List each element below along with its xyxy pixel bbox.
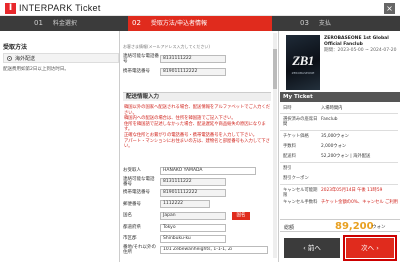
prev-label: 前へ [307, 244, 321, 252]
postal-code-field[interactable]: 1112222 [160, 200, 210, 208]
row-key: 選択済みの座席日間 [283, 117, 318, 127]
row-value: 2023年05月14日 午後 11時59 [321, 188, 383, 193]
total-row: 総額 89,200 ウォン [280, 219, 400, 232]
scrollbar-thumb[interactable] [273, 49, 277, 89]
row-key: キャンセル手数料 [283, 200, 318, 205]
field-label: 郵便番号 [123, 202, 141, 207]
country-field[interactable]: Japan [160, 212, 226, 220]
delivery-note: 配送费用如第2日以上到达时日。 [3, 67, 69, 72]
shipping-section-title: 配送情報入力 [123, 92, 271, 101]
brand-title: INTERPARK Ticket [19, 3, 101, 13]
divider [280, 162, 398, 163]
step-2-active: 02 受取方法/申込者情報 [128, 16, 272, 31]
field-label: 市区郡 [123, 236, 137, 241]
city-field[interactable]: Shinbuku-ku [160, 235, 226, 243]
step-1-label: 料金選択 [52, 20, 77, 27]
country-select-button[interactable]: 国名 [232, 212, 250, 220]
divider [280, 184, 398, 185]
row-value: 35,000ウォン [321, 134, 349, 139]
total-unit: ウォン [372, 225, 386, 230]
row-key: キャンセル可能期限 [283, 188, 318, 198]
poster-sub: ZEROBASEONE [291, 71, 315, 75]
mobile-field[interactable]: 819011112222 [160, 189, 226, 197]
step-2-number: 02 [132, 19, 141, 27]
field-label: 連絡可能な電話番号 [123, 177, 155, 187]
row-key: チケット価格 [283, 134, 309, 139]
close-icon[interactable]: × [384, 3, 395, 14]
prev-button[interactable]: ‹ 前へ [284, 238, 340, 258]
mobile-field-top[interactable]: 819011112222 [160, 68, 226, 76]
event-info: ZEROBASEONE 1st Global Official Fanclub … [324, 36, 398, 54]
delivery-method-title: 受取方法 [3, 44, 28, 51]
my-ticket-title: My Ticket [280, 92, 400, 102]
step-3-number: 03 [300, 19, 309, 27]
row-key: 日時 [283, 106, 292, 111]
step-3-label: 支払 [318, 20, 331, 27]
applicant-form: お客さま情報(メールアドレス入力してください) 連絡可能な電話番号 813111… [119, 31, 279, 262]
event-poster: ZB1 ZEROBASEONE [286, 35, 320, 90]
interpark-logo: I [5, 3, 16, 14]
total-label: 総額 [284, 225, 295, 231]
step-1: 01 料金選択 [34, 16, 77, 31]
field-label: 携帯電話番号 [123, 69, 150, 74]
row-value: 52,200ウォン | 海外配送 [321, 154, 371, 159]
delivery-option-label: 海外配送 [15, 55, 36, 62]
top-bar: I INTERPARK Ticket × [0, 0, 400, 16]
recipient-name-field[interactable]: HANAKO YAMADA [160, 167, 256, 175]
next-label: 次へ [361, 244, 375, 252]
row-value: Fanclub [321, 117, 338, 122]
phone-field[interactable]: 8131111222 [160, 178, 226, 186]
step-3: 03 支払 [300, 16, 331, 31]
divider [280, 113, 398, 114]
total-value: 89,200 [335, 221, 374, 232]
row-key: 割引クーポン [283, 176, 309, 181]
event-date: 期間：2023-05-00 ~ 2024-07-20 [324, 48, 397, 53]
prefecture-field[interactable]: Tokyo [160, 224, 226, 232]
phone-field-top[interactable]: 8131111222 [160, 55, 226, 63]
field-label: 番地/それ以外の住所 [123, 245, 157, 255]
field-label: 都道府県 [123, 225, 141, 230]
field-label: お受取人 [123, 168, 141, 173]
nav-buttons: ‹ 前へ 次へ › [280, 235, 400, 262]
row-value: 入場時間内 [321, 106, 343, 111]
radio-selected-icon[interactable] [7, 55, 12, 61]
delivery-method-panel: 受取方法 海外配送 配送费用如第2日以上到达时日。 [0, 31, 119, 262]
poster-logo: ZB1 [292, 53, 314, 68]
shipping-warning: 韓国以外の国家へ配送される場合、配送情報をアルファベットでご入力ください。 韓国… [124, 105, 271, 150]
chevron-right-icon: › [374, 244, 379, 252]
my-ticket-panel: ZB1 ZEROBASEONE ZEROBASEONE 1st Global O… [280, 31, 400, 262]
event-title: ZEROBASEONE 1st Global Official Fanclub [324, 36, 389, 47]
row-key: 配送料 [283, 154, 296, 159]
row-value: チケット金額の0%、キャンセル ご利用 [321, 200, 398, 205]
row-key: 割引 [283, 166, 292, 171]
address-field[interactable]: 101 Zebewanheights, 1-1-1, Zi [160, 246, 268, 254]
field-label: 連絡可能な電話番号 [123, 54, 159, 64]
row-value: 2,000ウォン [321, 144, 347, 149]
step-1-number: 01 [34, 19, 43, 27]
delivery-option-overseas[interactable]: 海外配送 [3, 53, 119, 63]
step-2-label: 受取方法/申込者情報 [150, 20, 207, 27]
row-key: 手数料 [283, 144, 296, 149]
next-button[interactable]: 次へ › [343, 235, 397, 261]
field-label: 携帯電話番号 [123, 190, 150, 195]
divider [280, 130, 398, 131]
form-scrollbar[interactable] [273, 33, 277, 258]
step-bar: 01 料金選択 02 受取方法/申込者情報 03 支払 [0, 16, 400, 31]
form-intro: お客さま情報(メールアドレス入力してください) [123, 44, 210, 49]
field-label: 国名 [123, 213, 132, 218]
